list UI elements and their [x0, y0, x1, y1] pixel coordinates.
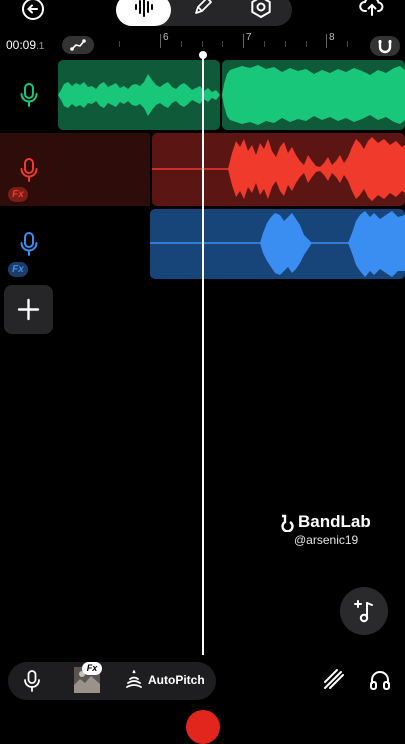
- playhead-handle[interactable]: [199, 51, 207, 59]
- waveform: [222, 65, 405, 125]
- monitor-button[interactable]: [368, 668, 392, 692]
- track-header-2[interactable]: Fx: [0, 133, 56, 206]
- clip-track-1-a[interactable]: [58, 60, 220, 130]
- clip-track-2[interactable]: [152, 133, 405, 206]
- waveform: [58, 74, 220, 116]
- snap-button[interactable]: [370, 36, 400, 56]
- fx-badge[interactable]: Fx: [82, 662, 102, 675]
- brand-name: BandLab: [298, 512, 371, 531]
- time-fraction: .1: [36, 41, 45, 52]
- waveform: [152, 137, 405, 201]
- waveform: [150, 211, 405, 277]
- tab-edit[interactable]: [191, 0, 215, 18]
- autopitch-icon-wrap: [124, 670, 144, 690]
- waveform-icon: [135, 0, 153, 17]
- mic-icon: [20, 83, 38, 107]
- tuner-button[interactable]: [321, 668, 347, 692]
- ruler-minor-tick: [285, 41, 286, 47]
- ruler-minor-tick: [202, 41, 203, 47]
- bandlab-logo-wrap: [276, 514, 296, 532]
- bandlab-logo-icon: [281, 514, 294, 532]
- time-display: 00:09.1: [6, 38, 44, 52]
- ruler-minor-tick: [306, 41, 307, 47]
- autopitch-button[interactable]: AutoPitch: [148, 673, 205, 687]
- record-button[interactable]: [186, 710, 220, 744]
- headphones-icon: [370, 671, 390, 690]
- ruler-minor-tick: [119, 41, 120, 47]
- cloud-upload-icon: [359, 0, 384, 16]
- mic-icon: [24, 670, 40, 692]
- settings-icon: [251, 0, 271, 18]
- add-music-icon: [354, 600, 373, 623]
- playhead[interactable]: [202, 52, 204, 655]
- back-arrow-icon: [22, 0, 44, 20]
- ruler-bar-label: 6: [163, 32, 169, 43]
- ruler-minor-tick: [181, 41, 182, 47]
- track-header-3[interactable]: Fx: [0, 209, 56, 279]
- ruler-tick: [243, 34, 244, 48]
- magnet-icon: [378, 40, 392, 54]
- pen-icon: [195, 0, 212, 14]
- time-value: 00:09: [6, 38, 37, 52]
- automation-button[interactable]: [62, 36, 94, 54]
- tuner-icon: [324, 669, 344, 689]
- clip-track-1-b[interactable]: [222, 60, 405, 130]
- ruler-tick: [326, 34, 327, 48]
- plus-icon: [17, 298, 40, 321]
- fx-badge[interactable]: Fx: [8, 187, 28, 202]
- back-button[interactable]: [20, 0, 46, 22]
- user-handle: @arsenic19: [294, 533, 359, 547]
- ruler-bar-label: 8: [329, 32, 335, 43]
- ruler-tick: [160, 34, 161, 48]
- ruler-minor-tick: [264, 41, 265, 47]
- add-track-button[interactable]: [4, 285, 53, 334]
- voice-button[interactable]: [22, 669, 42, 693]
- tab-tracks-icon-wrap: [133, 0, 155, 18]
- tab-settings[interactable]: [249, 0, 273, 19]
- save-button[interactable]: [359, 0, 385, 18]
- fx-badge[interactable]: Fx: [8, 262, 28, 277]
- ruler-bar-label: 7: [246, 32, 252, 43]
- automation-icon: [70, 39, 86, 51]
- autopitch-icon: [126, 670, 142, 688]
- track-header-1[interactable]: [0, 60, 56, 130]
- mic-icon: [20, 232, 38, 256]
- ruler-minor-tick: [222, 41, 223, 47]
- add-instrument-button[interactable]: [340, 587, 388, 635]
- clip-track-3[interactable]: [150, 209, 405, 279]
- ruler-minor-tick: [347, 41, 348, 47]
- mic-icon: [20, 158, 38, 182]
